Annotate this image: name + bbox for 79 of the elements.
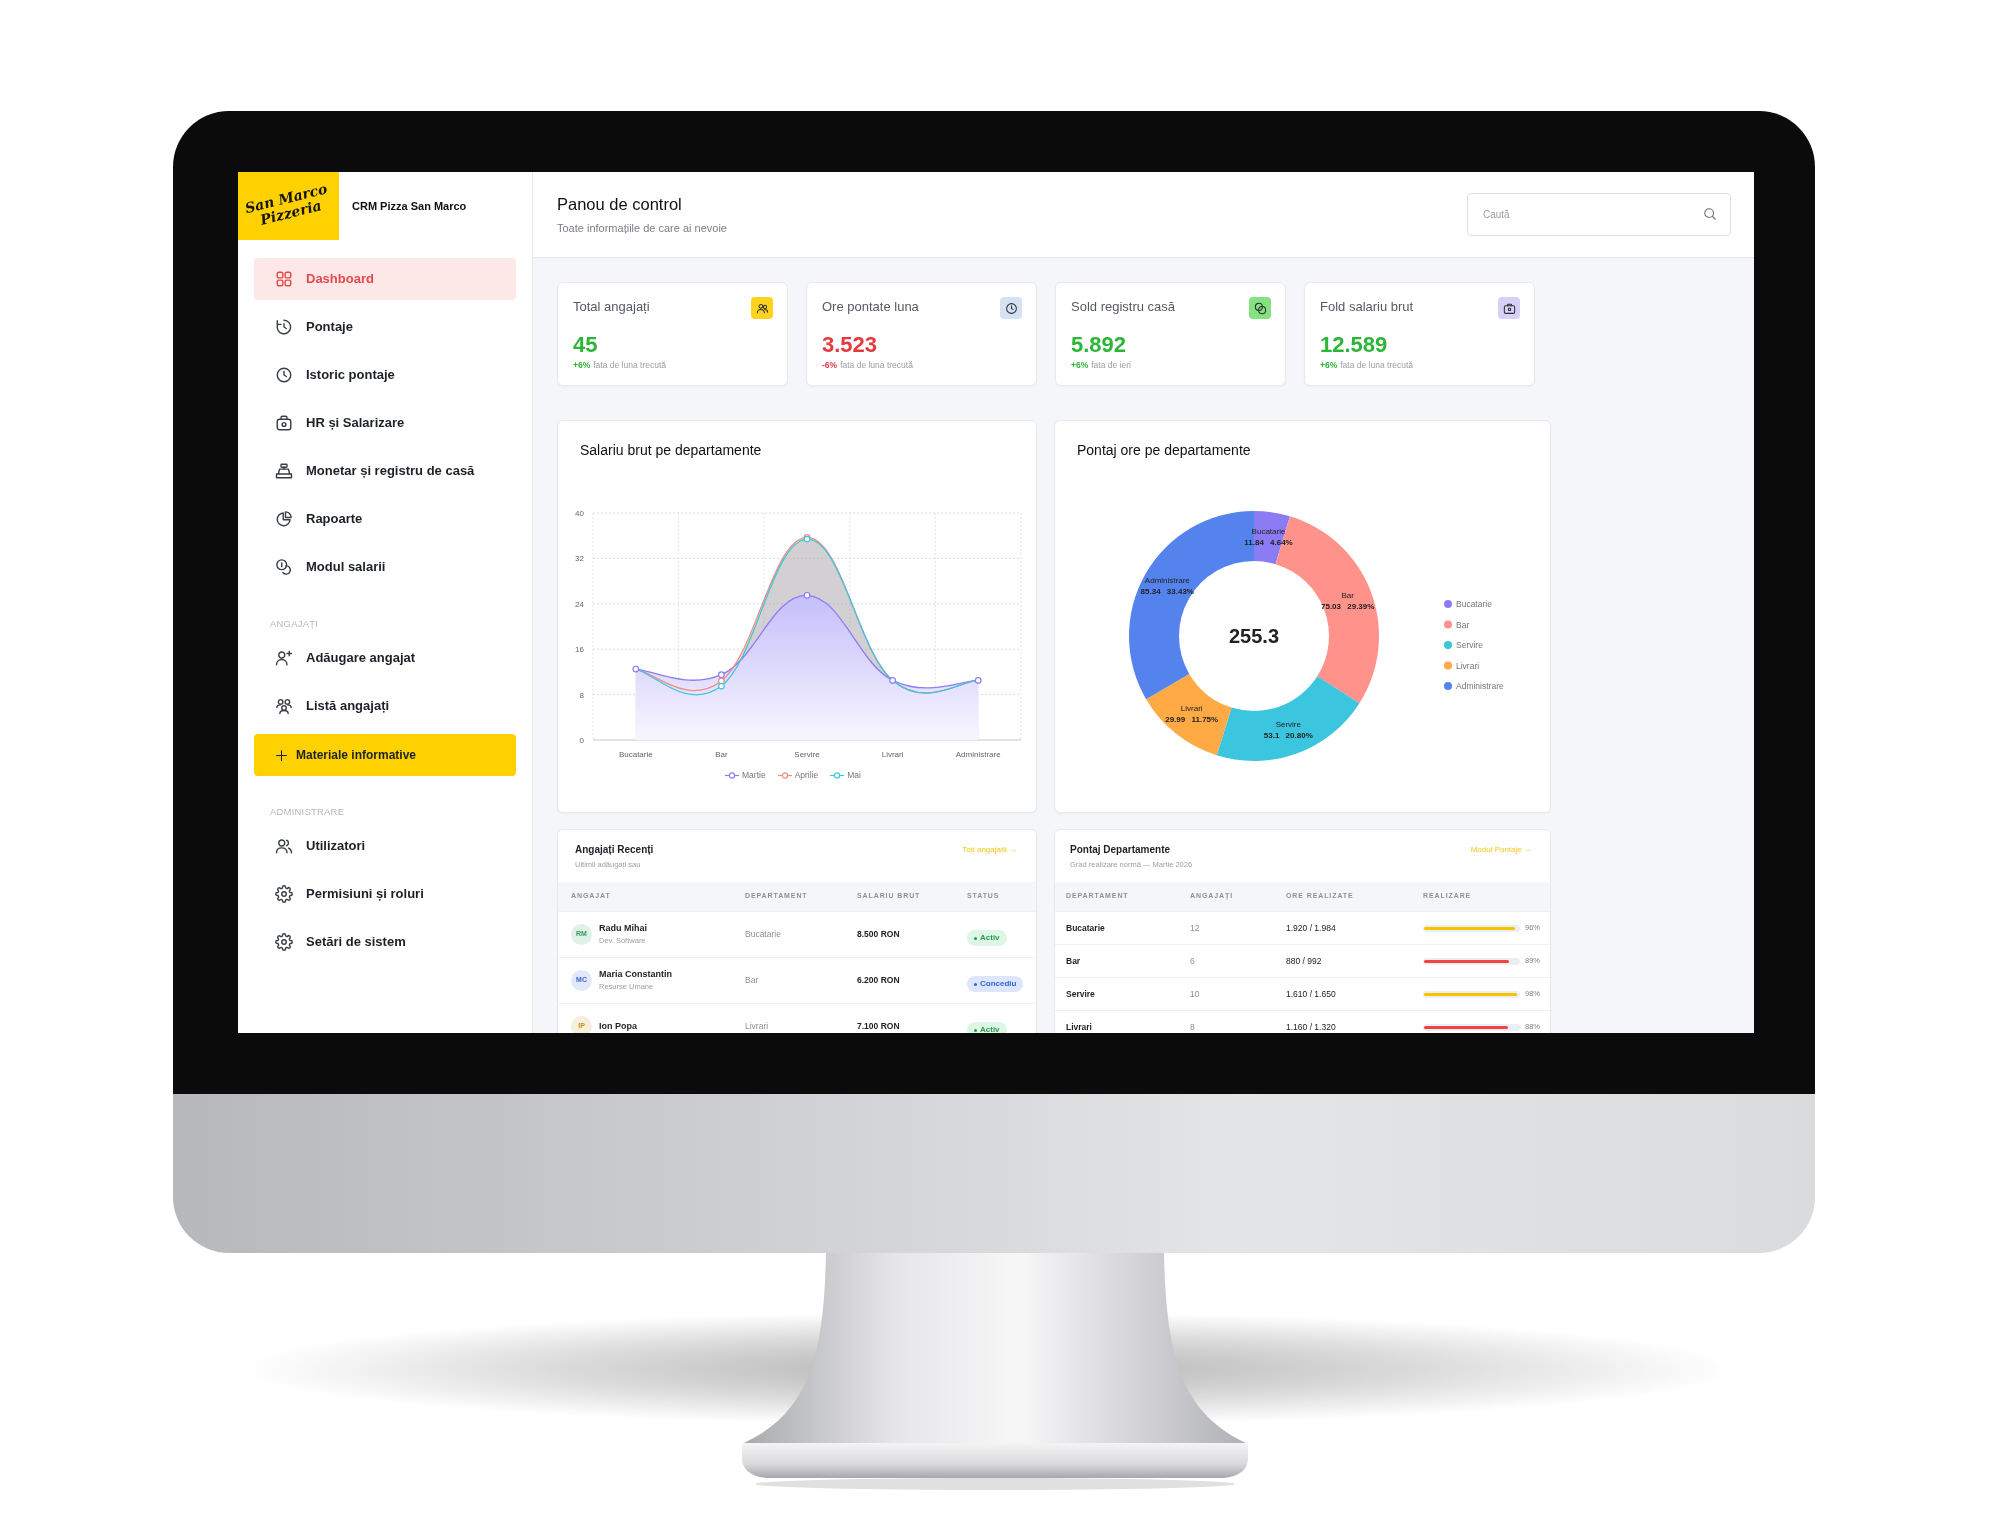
table-cell-text: 6.200 RON bbox=[857, 974, 901, 987]
table-cell-text: Bucatarie bbox=[1066, 921, 1106, 935]
trend-note: fata de luna trecută bbox=[593, 360, 667, 370]
axis-label: Administrare bbox=[955, 750, 1001, 759]
table-cell-text: Servire bbox=[1066, 987, 1096, 1001]
axis-label: Bucatarie bbox=[618, 750, 653, 759]
legend-label: Bucatarie bbox=[1456, 599, 1492, 609]
table-title: Pontaj Departamente bbox=[1070, 843, 1172, 857]
table-cell-text: 880 / 992 bbox=[1286, 954, 1323, 968]
stat-value: 3.523 bbox=[822, 332, 879, 358]
chart-title: Pontaj ore pe departamente bbox=[1076, 441, 1252, 459]
slice-label: Livrari bbox=[1180, 704, 1203, 714]
stat-value: 45 bbox=[573, 332, 599, 358]
slice-value: 53.1 20.80% bbox=[1263, 730, 1313, 740]
axis-label: 40 bbox=[575, 509, 584, 518]
page-title: Panou de control bbox=[557, 194, 683, 214]
slice-value: 11.84 4.64% bbox=[1244, 538, 1293, 548]
chart-title: Salariu brut pe departamente bbox=[579, 441, 763, 459]
slice-label: Administrare bbox=[1144, 576, 1190, 586]
stat-value: 12.589 bbox=[1320, 332, 1389, 358]
table-cell-text: 10 bbox=[1190, 987, 1201, 1001]
axis-label: Bar bbox=[715, 750, 728, 759]
stat-label: Ore pontate luna bbox=[822, 298, 919, 316]
legend-label: Administrare bbox=[1456, 681, 1504, 691]
axis-label: 32 bbox=[575, 554, 584, 564]
table-cell-text: 1.610 / 1.650 bbox=[1286, 987, 1337, 1001]
axis-label: Servire bbox=[794, 750, 820, 759]
status-label: Concediu bbox=[980, 978, 1017, 990]
donut-total: 255.3 bbox=[1228, 625, 1280, 647]
table-cell-text: 1.160 / 1.320 bbox=[1286, 1020, 1337, 1033]
employee-name: Radu Mihai bbox=[599, 923, 647, 934]
employee-name: Ion Popa bbox=[599, 1021, 637, 1032]
brand-name: CRM Pizza San Marco bbox=[352, 198, 467, 214]
axis-label: 8 bbox=[579, 690, 584, 700]
slice-label: Bucatarie bbox=[1251, 527, 1286, 537]
axis-label: 24 bbox=[575, 599, 584, 609]
stat-label: Total angajați bbox=[573, 298, 650, 316]
slice-label: Bar bbox=[1341, 591, 1354, 601]
trend-note: fata de luna trecută bbox=[840, 360, 913, 370]
legend-label: Servire bbox=[1456, 640, 1483, 650]
table-cell-text: 8.500 RON bbox=[857, 928, 901, 941]
slice-value: 85.34 33.43% bbox=[1140, 587, 1194, 597]
stat-value: 5.892 bbox=[1071, 332, 1128, 358]
axis-label: 16 bbox=[575, 645, 584, 655]
trend-note: fata de ieri bbox=[1091, 360, 1131, 370]
table-cell-text: Bar bbox=[1066, 954, 1082, 968]
section-heading: ADMINISTRARE bbox=[269, 805, 346, 819]
slice-label: Servire bbox=[1275, 719, 1301, 729]
status-label: Activ bbox=[980, 1024, 1000, 1033]
page-subtitle: Toate informațiile de care ai nevoie bbox=[557, 222, 727, 235]
table-cell-text: Livrari bbox=[1066, 1020, 1093, 1033]
trend-value: -6% bbox=[822, 360, 838, 370]
slice-value: 29.99 11.75% bbox=[1165, 715, 1219, 725]
stat-label: Fold salariu brut bbox=[1320, 298, 1414, 316]
section-heading: ANGAJAȚI bbox=[269, 617, 320, 631]
legend-label: Livrari bbox=[1456, 660, 1480, 671]
table-cell-text: 12 bbox=[1190, 921, 1201, 935]
table-cell-text: Bar bbox=[745, 974, 760, 987]
stat-label: Sold registru casă bbox=[1071, 298, 1176, 316]
table-cell-text: 1.920 / 1.984 bbox=[1286, 921, 1337, 935]
table-cell-text: Livrari bbox=[745, 1020, 770, 1033]
legend-label: Aprilie bbox=[794, 769, 819, 782]
axis-label: Livrari bbox=[881, 750, 904, 759]
legend-label: Martie bbox=[742, 769, 766, 782]
status-label: Activ bbox=[980, 932, 1000, 944]
trend-value: +6% bbox=[573, 360, 591, 370]
employee-name: Maria Constantin bbox=[599, 969, 672, 980]
table-cell-text: 7.100 RON bbox=[857, 1020, 901, 1033]
slice-value: 75.03 29.39% bbox=[1321, 602, 1375, 612]
legend-label: Mai bbox=[847, 769, 861, 782]
trend-value: +6% bbox=[1320, 360, 1338, 370]
table-cell-text: 8 bbox=[1190, 1020, 1196, 1033]
table-cell-text: Bucatarie bbox=[745, 928, 782, 941]
axis-label: 0 bbox=[579, 736, 584, 745]
table-cell-text: 6 bbox=[1190, 954, 1196, 968]
table-title: Angajați Recenți bbox=[575, 843, 654, 857]
trend-note: fata de luna trecută bbox=[1340, 360, 1414, 370]
legend-label: Bar bbox=[1456, 619, 1470, 630]
trend-value: +6% bbox=[1071, 360, 1089, 370]
